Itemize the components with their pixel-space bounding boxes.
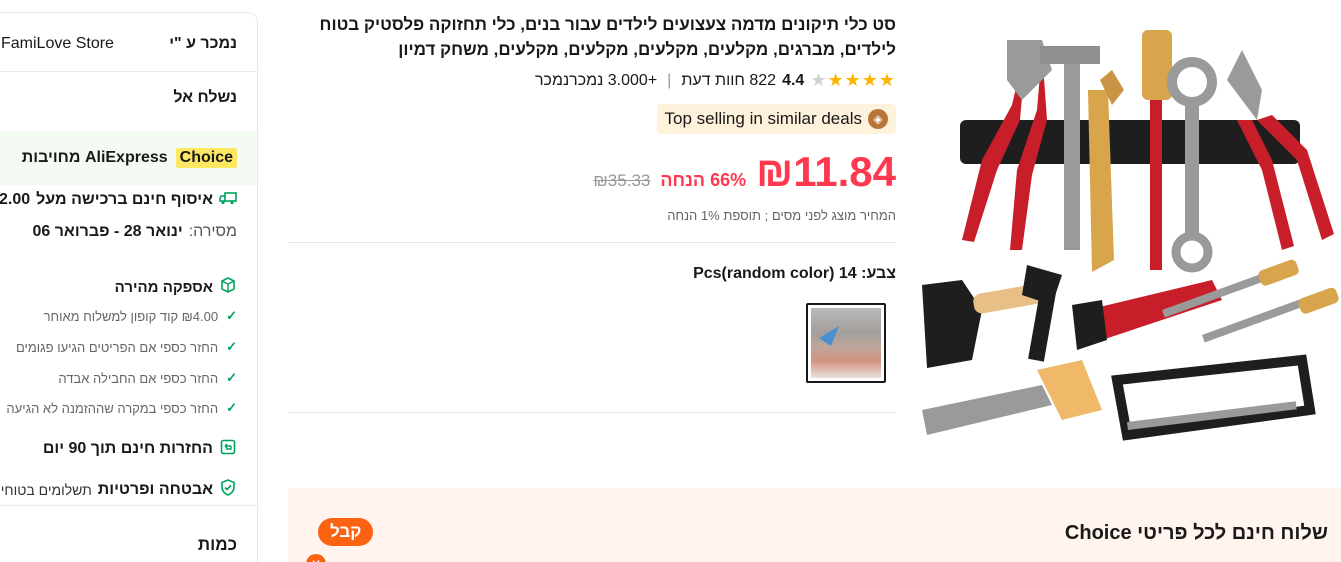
fast-delivery-item: ✓ החזר כספי אם הפריטים הגיעו פגומים [0,339,237,355]
free-returns-row[interactable]: החזרות חינם תוך 90 יום [0,439,237,459]
security-title: אבטחה ופרטיות [97,480,213,498]
color-label: צבע: 14 Pcs(random color) [693,265,896,282]
shield-icon [219,479,237,500]
fast-item-text: החזר כספי במקרה שההזמנה לא הגיעה [6,400,219,416]
divider [288,242,896,243]
tag-icon: ◈ [868,109,888,129]
choice-commitment[interactable]: Choice AliExpress מחויבות [0,148,237,168]
check-icon: ✓ [226,370,237,385]
close-icon[interactable]: ✕ [306,554,326,562]
fast-item-text: החזר כספי אם הפריטים הגיעו פגומים [15,339,219,355]
fast-item-text: ₪4.00 קוד קופון למשלוח מאוחר [43,308,219,324]
current-price: ₪11.84 [756,148,896,195]
delivery-row: מסירה: ינואר 28 - פברואר 06 [0,223,237,241]
check-icon: ✓ [226,400,237,415]
top-selling-badge: Top selling in similar deals ◈ [656,104,896,134]
fast-item-text: החזר כספי אם החבילה אבדה [58,370,219,386]
choice-text: AliExpress מחויבות [21,149,168,166]
sold-by-row: נמכר ע "י FamiLove Store [0,35,237,53]
claim-button[interactable]: קבל [318,518,374,546]
free-pickup-row: איסוף חינם ברכישה מעל 2.00 [0,191,237,209]
divider [0,71,257,72]
security-subtitle: תשלומים בטוחים [0,481,92,498]
divider [0,505,257,506]
sold-count: +3.000 נמכרנמכר [535,71,658,89]
separator: | [667,71,672,89]
check-icon: ✓ [226,308,237,323]
fast-delivery-item: ✓ החזר כספי במקרה שההזמנה לא הגיעה [0,400,237,416]
fast-delivery-title: אספקה מהירה [114,278,213,296]
watermark-icon [819,326,839,346]
shipping-card: נמכר ע "י FamiLove Store נשלח אל Choice … [0,12,258,562]
discount-percent: 66% הנחה [660,170,747,190]
tax-note: המחיר מוצג לפני מסים ; תוספת 1% הנחה [667,208,896,223]
ship-to-label[interactable]: נשלח אל [0,89,237,107]
fast-delivery-item: ✓ החזר כספי אם החבילה אבדה [0,370,237,386]
security-privacy-row[interactable]: אבטחה ופרטיות תשלומים בטוחים [0,479,237,500]
store-name-link[interactable]: FamiLove Store [1,35,114,53]
delivery-label: מסירה: [188,223,237,240]
free-pickup-text: איסוף חינם ברכישה מעל [36,191,213,208]
original-price: ₪35.33 [593,171,651,190]
sold-by-label: נמכר ע "י [169,35,237,52]
toy-tool-set-image [922,30,1339,441]
banner-title: שלוח חינם לכל פריטי Choice [1064,522,1328,544]
swatch-thumbnail [811,308,881,378]
product-title: סט כלי תיקונים מדמה צעצועים לילדים עבור … [319,15,896,59]
rating-row[interactable]: ★★★★★ 4.4 822 חוות דעת | +3.000 נמכרנמכר [535,70,896,91]
top-selling-text: Top selling in similar deals [664,109,862,128]
fast-delivery-row[interactable]: אספקה מהירה [0,277,237,297]
product-main-image[interactable] [912,10,1341,450]
review-count-link[interactable]: 822 חוות דעת [681,72,776,90]
divider [288,412,896,413]
return-icon [219,439,237,459]
free-pickup-amount: 2.00 [0,191,31,208]
star-rating: ★★★★★ [810,70,896,90]
free-shipping-banner: שלוח חינם לכל פריטי Choice קבל ✕ [288,488,1341,562]
rating-value: 4.4 [782,71,805,89]
color-swatch-selected[interactable] [806,303,886,383]
price-row: ₪11.84 66% הנחה ₪35.33 [593,148,896,196]
free-returns-text: החזרות חינם תוך 90 יום [42,440,213,457]
fast-delivery-item: ✓ ₪4.00 קוד קופון למשלוח מאוחר [0,308,237,324]
check-icon: ✓ [226,339,237,354]
truck-icon [219,191,237,209]
delivery-dates: ינואר 28 - פברואר 06 [32,223,183,240]
quantity-label: כמות [197,535,237,554]
box-icon [219,277,237,297]
choice-badge: Choice [175,148,237,168]
